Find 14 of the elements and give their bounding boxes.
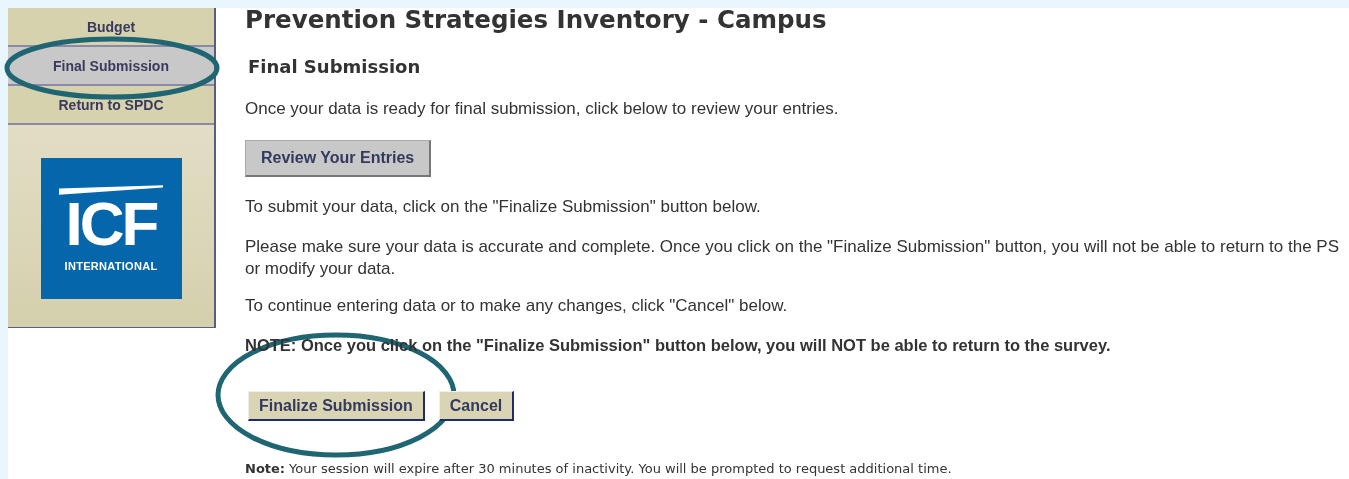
logo: ICF INTERNATIONAL <box>40 158 182 299</box>
cancel-button[interactable]: Cancel <box>438 391 515 421</box>
note-text: Your session will expire after 30 minutes of inactivity. You will be prompted to request additional time. <box>289 461 952 476</box>
note-label: Note: <box>245 461 286 476</box>
instruction-text: or modify your data. <box>245 258 397 280</box>
review-button[interactable]: Review Your Entries <box>245 140 432 177</box>
section-title: Final Submission <box>248 55 422 79</box>
instruction-text: To submit your data, click on the "Finalize Submission" button below. <box>245 196 762 218</box>
sidebar-item[interactable]: Final Submission <box>8 47 214 86</box>
page-title: Prevention Strategies Inventory - Campus <box>245 8 828 35</box>
intro-text: Once your data is ready for final submission, click below to review your entries. <box>245 99 840 119</box>
instruction-text: Please make sure your data is accurate and complete. Once you click on the "Finalize Submission" button, you will not be able to return to the PS <box>245 236 1341 258</box>
instruction-text: To continue entering data or to make any changes, click "Cancel" below. <box>245 295 789 317</box>
finalize-button[interactable]: Finalize Submission <box>248 391 425 421</box>
